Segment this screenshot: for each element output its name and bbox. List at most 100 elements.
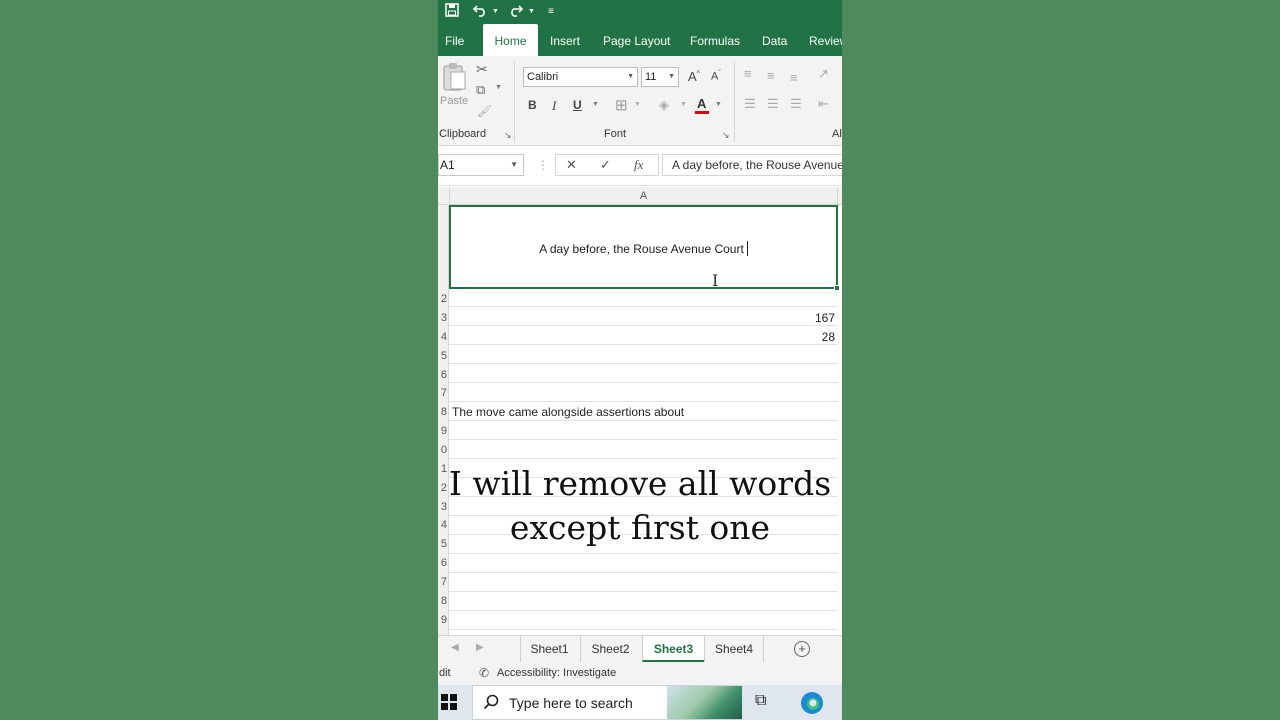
formula-bar: A1 ▼ ⋮ ✕ ✓ fx A day before, the Rouse Av… bbox=[438, 146, 842, 186]
chevron-down-icon: ▼ bbox=[510, 160, 518, 169]
cell-a4[interactable]: 28 bbox=[822, 330, 835, 344]
copy-dropdown-icon[interactable]: ▼ bbox=[495, 84, 502, 91]
row-header[interactable]: 8 bbox=[438, 406, 447, 418]
windows-start-icon[interactable] bbox=[441, 694, 457, 715]
tab-file[interactable]: File bbox=[445, 24, 464, 56]
font-launcher-icon[interactable]: ↘ bbox=[722, 130, 730, 141]
row-header[interactable]: 2 bbox=[438, 293, 447, 305]
clipboard-group-label: Clipboard bbox=[439, 128, 487, 140]
sheet-tab-sheet4[interactable]: Sheet4 bbox=[704, 636, 764, 662]
cell-a1-active[interactable]: A day before, the Rouse Avenue Court bbox=[449, 205, 840, 291]
gridline bbox=[449, 382, 838, 383]
cell-a3[interactable]: 167 bbox=[815, 311, 835, 325]
gridline bbox=[449, 572, 838, 573]
row-header[interactable]: 9 bbox=[438, 425, 447, 437]
redo-icon[interactable] bbox=[508, 3, 524, 21]
align-right-icon[interactable]: ☰ bbox=[790, 96, 802, 112]
row-header[interactable]: 0 bbox=[438, 444, 447, 456]
shrink-font-button[interactable]: Aˇ bbox=[711, 70, 721, 83]
tab-insert[interactable]: Insert bbox=[550, 24, 580, 56]
gridline bbox=[449, 629, 838, 630]
tab-formulas[interactable]: Formulas bbox=[690, 24, 740, 56]
formula-buttons: ✕ ✓ fx bbox=[555, 154, 659, 176]
accessibility-status[interactable]: Accessibility: Investigate bbox=[497, 667, 616, 679]
font-color-label: A bbox=[697, 96, 707, 111]
row-headers: 2 3 4 5 6 7 8 9 0 1 2 3 4 5 6 7 8 9 bbox=[438, 205, 449, 635]
search-placeholder: Type here to search bbox=[509, 695, 633, 711]
tab-review[interactable]: Review bbox=[809, 24, 842, 56]
tab-page-layout[interactable]: Page Layout bbox=[603, 24, 670, 56]
accessibility-icon[interactable]: ✆ bbox=[479, 666, 489, 680]
bold-button[interactable]: B bbox=[528, 98, 537, 112]
underline-button[interactable]: U bbox=[573, 98, 582, 112]
fill-color-icon[interactable]: ◈ bbox=[659, 97, 669, 113]
name-box[interactable]: A1 ▼ bbox=[438, 154, 524, 176]
formula-input[interactable]: A day before, the Rouse Avenue Court bbox=[662, 154, 842, 176]
font-size-combo[interactable]: 11 ▼ bbox=[641, 67, 679, 87]
italic-button[interactable]: I bbox=[552, 98, 556, 114]
sheet-tab-sheet2[interactable]: Sheet2 bbox=[580, 636, 640, 662]
undo-icon[interactable] bbox=[472, 3, 488, 21]
tab-data[interactable]: Data bbox=[762, 24, 787, 56]
undo-dropdown-icon[interactable]: ▼ bbox=[492, 3, 499, 21]
cancel-icon[interactable]: ✕ bbox=[566, 157, 577, 173]
next-sheet-icon[interactable]: ▶ bbox=[476, 642, 484, 653]
sheet-tab-sheet1[interactable]: Sheet1 bbox=[520, 636, 578, 662]
task-view-icon[interactable]: ⧉ bbox=[755, 692, 766, 710]
save-icon[interactable] bbox=[445, 3, 459, 21]
customize-toolbar-icon[interactable]: ≡ bbox=[548, 3, 554, 21]
row-header[interactable]: 6 bbox=[438, 369, 447, 381]
font-color-button[interactable]: A bbox=[695, 96, 709, 114]
row-header[interactable]: 6 bbox=[438, 557, 447, 569]
grow-font-button[interactable]: A^ bbox=[688, 69, 700, 84]
worksheet-grid[interactable]: 2 3 4 5 6 7 8 9 0 1 2 3 4 5 6 7 8 9 A da… bbox=[438, 205, 842, 635]
taskbar: Type here to search ⧉ bbox=[438, 685, 842, 720]
clipboard-launcher-icon[interactable]: ↘ bbox=[504, 130, 512, 141]
more-options-icon[interactable]: ⋮ bbox=[537, 158, 549, 172]
row-header[interactable]: 7 bbox=[438, 576, 447, 588]
redo-dropdown-icon[interactable]: ▼ bbox=[528, 3, 535, 21]
align-center-icon[interactable]: ☰ bbox=[767, 96, 779, 112]
gridline bbox=[449, 610, 838, 611]
excel-window: ▼ ▼ ≡ File Home Insert Page Layout Formu… bbox=[438, 0, 842, 720]
row-header[interactable]: 3 bbox=[438, 312, 447, 324]
cell-a8[interactable]: The move came alongside assertions about bbox=[452, 405, 684, 419]
fill-dropdown-icon[interactable]: ▼ bbox=[680, 101, 687, 108]
column-header-a[interactable]: A bbox=[449, 187, 838, 205]
align-top-icon[interactable]: ≡ bbox=[744, 66, 752, 81]
prev-sheet-icon[interactable]: ◀ bbox=[451, 642, 459, 653]
orientation-icon[interactable]: ↗ bbox=[818, 66, 829, 82]
row-header[interactable]: 7 bbox=[438, 387, 447, 399]
row-header[interactable]: 9 bbox=[438, 614, 447, 626]
copy-icon[interactable]: ⧉ bbox=[476, 82, 485, 98]
paste-icon[interactable] bbox=[441, 62, 467, 95]
borders-icon[interactable]: ⊞ bbox=[615, 96, 628, 114]
tab-home[interactable]: Home bbox=[483, 24, 538, 56]
font-name-combo[interactable]: Calibri ▼ bbox=[523, 67, 638, 87]
underline-dropdown-icon[interactable]: ▼ bbox=[592, 101, 599, 108]
align-bottom-icon[interactable]: ≡ bbox=[790, 70, 798, 85]
fill-handle[interactable] bbox=[834, 285, 840, 291]
video-caption: I will remove all words except first one bbox=[448, 464, 832, 547]
align-left-icon[interactable]: ☰ bbox=[744, 96, 756, 112]
align-middle-icon[interactable]: ≡ bbox=[767, 68, 775, 83]
row-header[interactable]: 5 bbox=[438, 350, 447, 362]
taskbar-search[interactable]: Type here to search bbox=[472, 685, 742, 720]
edge-browser-icon[interactable] bbox=[800, 691, 824, 720]
row-header[interactable]: 8 bbox=[438, 595, 447, 607]
column-headers: A bbox=[438, 187, 842, 205]
enter-icon[interactable]: ✓ bbox=[600, 157, 611, 173]
format-painter-icon[interactable]: 🖌 bbox=[477, 104, 492, 118]
insert-function-icon[interactable]: fx bbox=[634, 157, 643, 173]
row-header[interactable]: 4 bbox=[438, 331, 447, 343]
ribbon-separator bbox=[734, 62, 735, 142]
borders-dropdown-icon[interactable]: ▼ bbox=[634, 101, 641, 108]
add-sheet-button[interactable]: + bbox=[794, 641, 810, 657]
gridline bbox=[449, 344, 838, 345]
decrease-indent-icon[interactable]: ⇤ bbox=[818, 96, 829, 112]
font-color-dropdown-icon[interactable]: ▼ bbox=[715, 101, 722, 108]
cut-icon[interactable]: ✂ bbox=[476, 61, 488, 78]
paste-label[interactable]: Paste bbox=[440, 95, 468, 107]
sheet-tab-sheet3[interactable]: Sheet3 bbox=[642, 636, 704, 662]
gridline bbox=[449, 363, 838, 364]
